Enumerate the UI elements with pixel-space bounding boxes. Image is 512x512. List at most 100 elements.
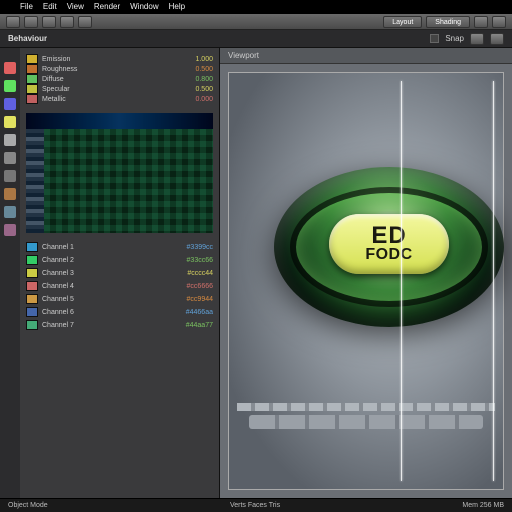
color-swatch[interactable] bbox=[26, 294, 38, 304]
property-value[interactable]: 0.500 bbox=[195, 86, 213, 93]
viewport-column: Viewport ED FODC bbox=[220, 48, 512, 498]
tool-btn-7[interactable] bbox=[492, 16, 506, 28]
property-label: Channel 2 bbox=[42, 257, 74, 264]
property-row[interactable]: Roughness 0.500 bbox=[26, 64, 213, 74]
color-swatch[interactable] bbox=[26, 94, 38, 104]
tool-btn-4[interactable] bbox=[60, 16, 74, 28]
color-swatch[interactable] bbox=[26, 64, 38, 74]
property-label: Channel 4 bbox=[42, 283, 74, 290]
tool-btn-3[interactable] bbox=[42, 16, 56, 28]
3d-viewport[interactable]: ED FODC bbox=[220, 64, 512, 498]
status-mid: Verts Faces Tris bbox=[230, 502, 280, 509]
sub-btn-1[interactable] bbox=[470, 33, 484, 45]
property-value[interactable]: 1.000 bbox=[195, 56, 213, 63]
main-area: Emission1.000Roughness0.500Diffuse0.800S… bbox=[0, 48, 512, 498]
viewport-tab[interactable]: Viewport bbox=[220, 48, 512, 64]
property-value[interactable]: #cc6666 bbox=[187, 283, 213, 290]
circle-icon[interactable] bbox=[4, 152, 16, 164]
logo-object[interactable]: ED FODC bbox=[274, 167, 504, 327]
box-icon[interactable] bbox=[4, 134, 16, 146]
vertical-guide[interactable] bbox=[493, 81, 494, 481]
property-panel: Emission1.000Roughness0.500Diffuse0.800S… bbox=[20, 48, 219, 498]
knife-icon[interactable] bbox=[4, 188, 16, 200]
sub-btn-2[interactable] bbox=[490, 33, 504, 45]
menubar: File Edit View Render Window Help bbox=[0, 0, 512, 14]
property-row[interactable]: Channel 1 #3399cc bbox=[26, 242, 213, 252]
color-swatch[interactable] bbox=[26, 307, 38, 317]
snap-label: Snap bbox=[445, 34, 464, 43]
tool-btn-2[interactable] bbox=[24, 16, 38, 28]
sub-toolbar: Behaviour Snap bbox=[0, 30, 512, 48]
texture-preview[interactable] bbox=[26, 113, 213, 233]
property-row[interactable]: Specular 0.500 bbox=[26, 84, 213, 94]
annotate-icon[interactable] bbox=[4, 224, 16, 236]
property-label: Emission bbox=[42, 56, 70, 63]
snap-checkbox[interactable] bbox=[430, 34, 439, 43]
floor-detail-1 bbox=[249, 415, 483, 429]
tool-btn-5[interactable] bbox=[78, 16, 92, 28]
rotate-icon[interactable] bbox=[4, 98, 16, 110]
move-icon[interactable] bbox=[4, 80, 16, 92]
vertical-guide[interactable] bbox=[401, 81, 402, 481]
property-value[interactable]: #cc9944 bbox=[187, 296, 213, 303]
toolbar: Layout Shading bbox=[0, 14, 512, 30]
property-row[interactable]: Channel 5 #cc9944 bbox=[26, 294, 213, 304]
property-row[interactable]: Channel 7 #44aa77 bbox=[26, 320, 213, 330]
property-value[interactable]: #33cc66 bbox=[187, 257, 213, 264]
workspace-tab-1[interactable]: Layout bbox=[383, 16, 422, 28]
measure-icon[interactable] bbox=[4, 206, 16, 218]
menu-file[interactable]: File bbox=[20, 2, 33, 12]
status-right: Mem 256 MB bbox=[462, 502, 504, 509]
property-value[interactable]: 0.500 bbox=[195, 66, 213, 73]
color-swatch[interactable] bbox=[26, 242, 38, 252]
property-label: Channel 1 bbox=[42, 244, 74, 251]
status-left: Object Mode bbox=[8, 502, 48, 509]
menu-help[interactable]: Help bbox=[169, 2, 185, 12]
property-row[interactable]: Metallic 0.000 bbox=[26, 94, 213, 104]
property-row[interactable]: Channel 2 #33cc66 bbox=[26, 255, 213, 265]
logo-text-line2: FODC bbox=[365, 247, 412, 263]
property-label: Specular bbox=[42, 86, 70, 93]
menu-view[interactable]: View bbox=[67, 2, 84, 12]
property-value[interactable]: #3399cc bbox=[187, 244, 213, 251]
scale-icon[interactable] bbox=[4, 116, 16, 128]
panel-title: Behaviour bbox=[8, 34, 47, 43]
property-row[interactable]: Diffuse 0.800 bbox=[26, 74, 213, 84]
color-swatch[interactable] bbox=[26, 54, 38, 64]
status-bar: Object Mode Verts Faces Tris Mem 256 MB bbox=[0, 498, 512, 512]
viewport-tab-label: Viewport bbox=[228, 51, 259, 60]
property-value[interactable]: #4466aa bbox=[186, 309, 213, 316]
property-label: Metallic bbox=[42, 96, 66, 103]
lasso-icon[interactable] bbox=[4, 170, 16, 182]
tool-btn-6[interactable] bbox=[474, 16, 488, 28]
menu-render[interactable]: Render bbox=[94, 2, 120, 12]
property-value[interactable]: #cccc44 bbox=[187, 270, 213, 277]
property-label: Channel 6 bbox=[42, 309, 74, 316]
workspace-tab-2[interactable]: Shading bbox=[426, 16, 470, 28]
property-value[interactable]: 0.800 bbox=[195, 76, 213, 83]
property-row[interactable]: Emission 1.000 bbox=[26, 54, 213, 64]
color-swatch[interactable] bbox=[26, 84, 38, 94]
property-value[interactable]: #44aa77 bbox=[186, 322, 213, 329]
property-row[interactable]: Channel 6 #4466aa bbox=[26, 307, 213, 317]
property-label: Channel 5 bbox=[42, 296, 74, 303]
color-swatch[interactable] bbox=[26, 74, 38, 84]
property-row[interactable]: Channel 4 #cc6666 bbox=[26, 281, 213, 291]
color-swatch[interactable] bbox=[26, 320, 38, 330]
property-value[interactable]: 0.000 bbox=[195, 96, 213, 103]
tool-btn-1[interactable] bbox=[6, 16, 20, 28]
color-swatch[interactable] bbox=[26, 255, 38, 265]
menu-edit[interactable]: Edit bbox=[43, 2, 57, 12]
color-swatch[interactable] bbox=[26, 268, 38, 278]
property-label: Diffuse bbox=[42, 76, 64, 83]
floor-detail-2 bbox=[237, 403, 495, 411]
logo-pill: ED FODC bbox=[329, 214, 449, 274]
property-row[interactable]: Channel 3 #cccc44 bbox=[26, 268, 213, 278]
menu-window[interactable]: Window bbox=[130, 2, 158, 12]
property-label: Channel 3 bbox=[42, 270, 74, 277]
property-label: Channel 7 bbox=[42, 322, 74, 329]
property-label: Roughness bbox=[42, 66, 77, 73]
canvas: ED FODC bbox=[228, 72, 504, 490]
color-swatch[interactable] bbox=[26, 281, 38, 291]
cursor-icon[interactable] bbox=[4, 62, 16, 74]
